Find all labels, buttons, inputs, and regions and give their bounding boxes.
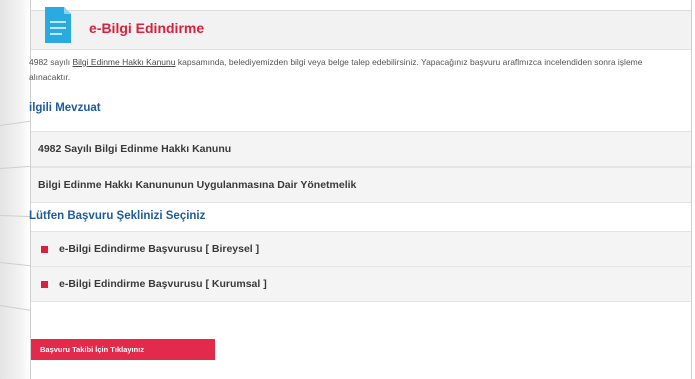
- application-option-individual[interactable]: e-Bilgi Edindirme Başvurusu [ Bireysel ]: [31, 231, 691, 267]
- legislation-item-law[interactable]: 4982 Sayılı Bilgi Edinme Hakkı Kanunu: [31, 131, 691, 167]
- application-option-corporate[interactable]: e-Bilgi Edindirme Başvurusu [ Kurumsal ]: [31, 266, 691, 302]
- law-link[interactable]: Bilgi Edinme Hakkı Kanunu: [72, 57, 175, 67]
- application-tracking-button[interactable]: Başvuru Takibi İçin Tıklayınız: [31, 339, 215, 360]
- legislation-item-label: 4982 Sayılı Bilgi Edinme Hakkı Kanunu: [38, 143, 232, 155]
- application-option-label: e-Bilgi Edindirme Başvurusu [ Kurumsal ]: [59, 278, 267, 290]
- page-title: e-Bilgi Edindirme: [89, 20, 205, 36]
- intro-text-start: 4982 sayılı: [29, 57, 73, 67]
- square-bullet-icon: [41, 246, 48, 253]
- legislation-heading: ilgili Mevzuat: [29, 102, 101, 114]
- intro-text: 4982 sayılı Bilgi Edinme Hakkı Kanunu ka…: [29, 55, 684, 85]
- document-icon: [45, 7, 71, 43]
- page-header: e-Bilgi Edindirme: [31, 7, 691, 50]
- application-option-label: e-Bilgi Edindirme Başvurusu [ Bireysel ]: [59, 243, 260, 255]
- square-bullet-icon: [41, 281, 48, 288]
- legislation-item-label: Bilgi Edinme Hakkı Kanununun Uygulanması…: [38, 179, 357, 191]
- left-background-strip: [0, 0, 30, 379]
- legislation-item-regulation[interactable]: Bilgi Edinme Hakkı Kanununun Uygulanması…: [31, 167, 691, 203]
- content-panel: e-Bilgi Edindirme 4982 sayılı Bilgi Edin…: [29, 0, 692, 379]
- application-heading: Lütfen Başvuru Şeklinizi Seçiniz: [29, 210, 206, 222]
